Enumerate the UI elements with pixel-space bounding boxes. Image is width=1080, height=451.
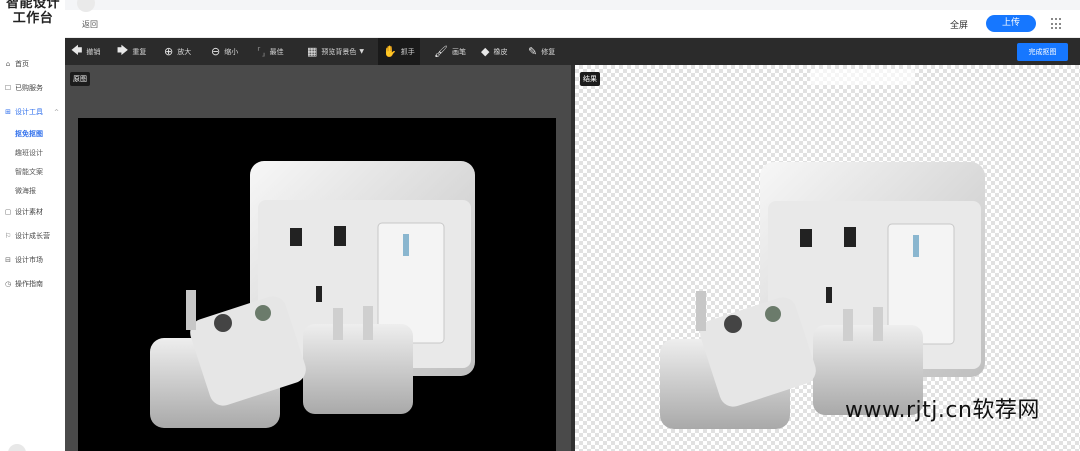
material-icon: ▢	[4, 208, 12, 216]
logo-line-1: 智能设计	[5, 0, 60, 11]
zoom-in-icon: ⊕	[164, 45, 174, 58]
tool-label: 橡皮	[493, 47, 508, 56]
sidebar-item-label: 已购服务	[15, 84, 43, 92]
brush-tool-button[interactable]: 🖌 画笔	[434, 38, 466, 65]
redo-icon: 🡆	[117, 44, 129, 57]
zoom-in-button[interactable]: ⊕ 放大	[164, 38, 191, 65]
sidebar-subitem-copywriting[interactable]: 智能文案	[0, 162, 65, 181]
sidebar-item-label: 设计成长营	[15, 232, 50, 240]
site-watermark: www.rjtj.cn软荐网	[845, 398, 1040, 423]
fit-icon: ⸢⸥	[257, 45, 266, 58]
sidebar-subitem-label: 智能文案	[15, 167, 43, 176]
sidebar-item-guide[interactable]: ◷ 操作指南	[0, 272, 65, 296]
tool-label: 重复	[132, 47, 147, 56]
fullscreen-button[interactable]: 全屏	[950, 18, 968, 31]
sidebar-item-design-tools[interactable]: ⊞ 设计工具 ^	[0, 100, 65, 124]
zoom-out-button[interactable]: ⊖ 缩小	[211, 38, 238, 65]
hand-tool-button[interactable]: ✋ 抓手	[378, 38, 420, 65]
sidebar-subitem-label: 微海报	[15, 186, 36, 195]
apps-icon: ⊞	[5, 108, 11, 116]
sidebar-subitem-label: 抠免抠图	[15, 129, 43, 138]
logo-line-2: 工作台	[12, 11, 54, 26]
tool-label: 预览背景色	[321, 47, 357, 56]
tool-label: 画笔	[451, 47, 466, 56]
sidebar-nav: ⌂ 首页 ☐ 已购服务 ⊞ 设计工具 ^ 抠免抠图 趣班设计 智能文案 微海报 …	[0, 52, 65, 296]
avatar[interactable]	[77, 0, 95, 12]
original-label: 原图	[70, 72, 90, 86]
zoom-hint-overlay	[810, 69, 915, 85]
eraser-tool-button[interactable]: ◆ 橡皮	[481, 38, 507, 65]
market-icon: ⊟	[5, 256, 11, 264]
sidebar-item-market[interactable]: ⊟ 设计市场	[0, 248, 65, 272]
help-icon: ◷	[4, 280, 12, 288]
repair-tool-button[interactable]: ✎ 修复	[528, 38, 555, 65]
top-header: 返回 全屏 上传	[65, 0, 1080, 38]
chevron-down-icon: ▼	[359, 48, 365, 55]
sidebar-subitem-design[interactable]: 趣班设计	[0, 143, 65, 162]
sidebar-collapse-button[interactable]	[8, 444, 26, 451]
zoom-out-icon: ⊖	[211, 45, 221, 58]
repair-icon: ✎	[528, 45, 538, 58]
brush-icon: 🖌	[434, 45, 448, 58]
socket-photo-image	[150, 161, 475, 428]
redo-button[interactable]: 🡆 重复	[117, 38, 146, 65]
tool-label: 抓手	[400, 47, 415, 56]
home-icon: ⌂	[5, 60, 11, 68]
app-window: 智能设计 工作台 ⌂ 首页 ☐ 已购服务 ⊞ 设计工具 ^ 抠免抠图 趣班设计	[0, 0, 1080, 451]
sidebar-subitem-cutout[interactable]: 抠免抠图	[0, 124, 65, 143]
sidebar-subitem-poster[interactable]: 微海报	[0, 181, 65, 200]
sidebar-item-label: 设计素材	[15, 208, 43, 216]
sidebar-item-purchased[interactable]: ☐ 已购服务	[0, 76, 65, 100]
bag-icon: ☐	[4, 84, 12, 92]
undo-button[interactable]: 🡄 撤销	[71, 38, 100, 65]
original-panel[interactable]: 原图	[65, 65, 571, 451]
chevron-up-icon: ^	[54, 108, 60, 116]
undo-icon: 🡄	[71, 44, 83, 57]
sidebar-item-label: 首页	[15, 60, 29, 68]
sidebar-item-label: 操作指南	[15, 280, 43, 288]
result-label: 结果	[580, 72, 600, 86]
fit-button[interactable]: ⸢⸥ 最佳	[257, 38, 284, 65]
editor-toolbar: 🡄 撤销 🡆 重复 ⊕ 放大 ⊖ 缩小 ⸢⸥ 最佳 ▦ 预览背景色 ▼ ✋ 抓手	[65, 38, 1080, 65]
upload-button[interactable]: 上传	[986, 15, 1036, 32]
sidebar-item-label: 设计市场	[15, 256, 43, 264]
hand-icon: ✋	[383, 45, 397, 58]
finish-cutout-button[interactable]: 完成抠图	[1017, 43, 1068, 61]
preview-bg-dropdown[interactable]: ▦ 预览背景色 ▼	[307, 38, 364, 65]
tool-label: 缩小	[224, 47, 239, 56]
sidebar-subitem-label: 趣班设计	[15, 148, 43, 157]
back-link[interactable]: 返回	[82, 19, 98, 30]
sidebar: 智能设计 工作台 ⌂ 首页 ☐ 已购服务 ⊞ 设计工具 ^ 抠免抠图 趣班设计	[0, 0, 65, 451]
eraser-icon: ◆	[481, 45, 490, 58]
sidebar-item-materials[interactable]: ▢ 设计素材	[0, 200, 65, 224]
tool-label: 修复	[541, 47, 556, 56]
flag-icon: ⚐	[4, 232, 12, 240]
sidebar-item-label: 设计工具	[15, 108, 43, 116]
tool-label: 最佳	[269, 47, 284, 56]
tool-label: 放大	[177, 47, 192, 56]
grid-menu-icon[interactable]	[1051, 18, 1063, 30]
original-photo[interactable]	[78, 118, 556, 451]
tool-label: 撤销	[86, 47, 101, 56]
sidebar-item-home[interactable]: ⌂ 首页	[0, 52, 65, 76]
app-logo[interactable]: 智能设计 工作台	[4, 0, 62, 26]
sidebar-item-growth[interactable]: ⚐ 设计成长营	[0, 224, 65, 248]
checker-icon: ▦	[307, 45, 318, 58]
